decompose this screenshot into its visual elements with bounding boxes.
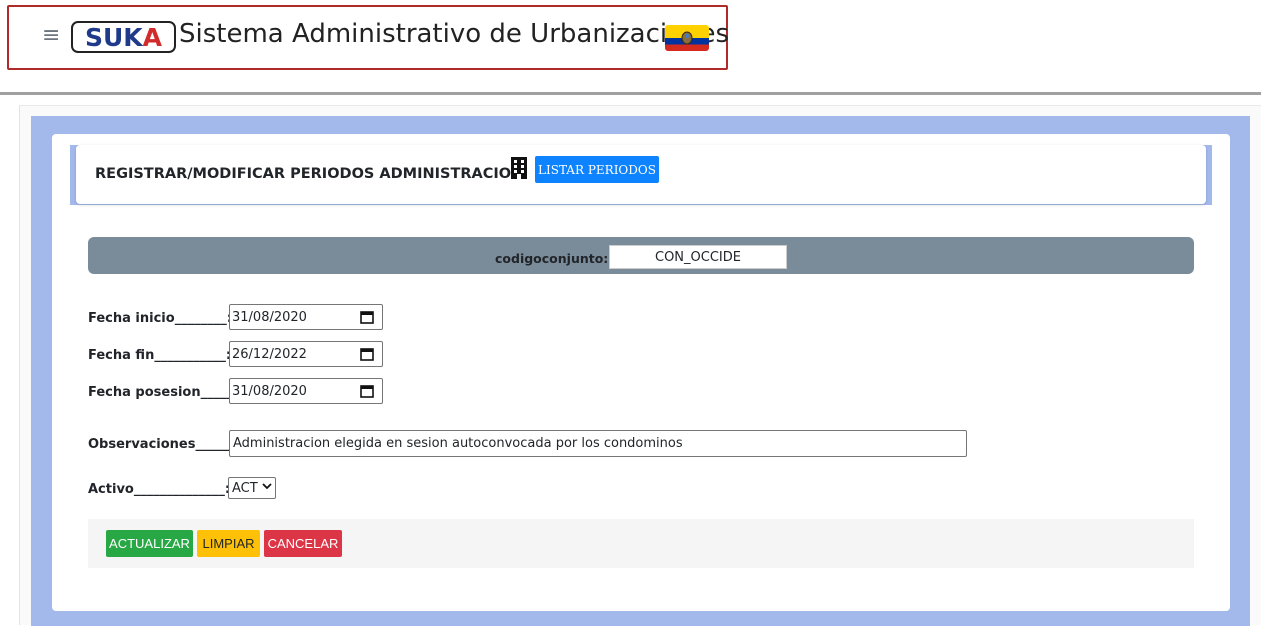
hamburger-menu-icon[interactable]: ≡ bbox=[42, 25, 60, 47]
activo-selected-value: ACT bbox=[232, 480, 258, 496]
listar-periodos-button[interactable]: LISTAR PERIODOS bbox=[535, 156, 659, 183]
page-title: REGISTRAR/MODIFICAR PERIODOS ADMINISTRAC… bbox=[95, 166, 524, 182]
fecha-posesion-label: Fecha posesion_____: bbox=[88, 385, 239, 400]
observaciones-input[interactable] bbox=[229, 430, 967, 457]
ecuador-flag-icon bbox=[665, 25, 709, 51]
limpiar-button[interactable]: LIMPIAR bbox=[197, 530, 260, 557]
app-header: ≡ SUK A Sistema Administrativo de Urbaniz… bbox=[7, 5, 730, 70]
fecha-posesion-input[interactable]: 31/08/2020 bbox=[229, 378, 383, 404]
fecha-fin-label: Fecha fin___________: bbox=[88, 348, 232, 363]
chevron-down-icon bbox=[262, 481, 272, 494]
activo-label: Activo______________: bbox=[88, 482, 231, 497]
observaciones-label: Observaciones______: bbox=[88, 437, 240, 452]
app-title: Sistema Administrativo de Urbanizaciones bbox=[179, 19, 730, 49]
fecha-inicio-label: Fecha inicio________: bbox=[88, 311, 232, 326]
cancelar-button[interactable]: CANCELAR bbox=[264, 530, 342, 557]
fecha-inicio-input[interactable]: 31/08/2020 bbox=[229, 304, 383, 330]
suka-logo: SUK A bbox=[71, 21, 176, 53]
fecha-fin-value: 26/12/2022 bbox=[232, 346, 307, 362]
fecha-inicio-value: 31/08/2020 bbox=[232, 309, 307, 325]
activo-select[interactable]: ACT bbox=[228, 477, 276, 499]
calendar-icon[interactable] bbox=[360, 347, 374, 361]
actualizar-button[interactable]: ACTUALIZAR bbox=[106, 530, 193, 557]
fecha-fin-input[interactable]: 26/12/2022 bbox=[229, 341, 383, 367]
codigo-conjunto-label: codigoconjunto: bbox=[495, 251, 609, 266]
calendar-icon[interactable] bbox=[360, 384, 374, 398]
building-icon bbox=[510, 157, 528, 179]
header-divider bbox=[0, 92, 1261, 95]
fecha-posesion-value: 31/08/2020 bbox=[232, 383, 307, 399]
codigo-conjunto-field[interactable] bbox=[609, 245, 787, 269]
calendar-icon[interactable] bbox=[360, 310, 374, 324]
